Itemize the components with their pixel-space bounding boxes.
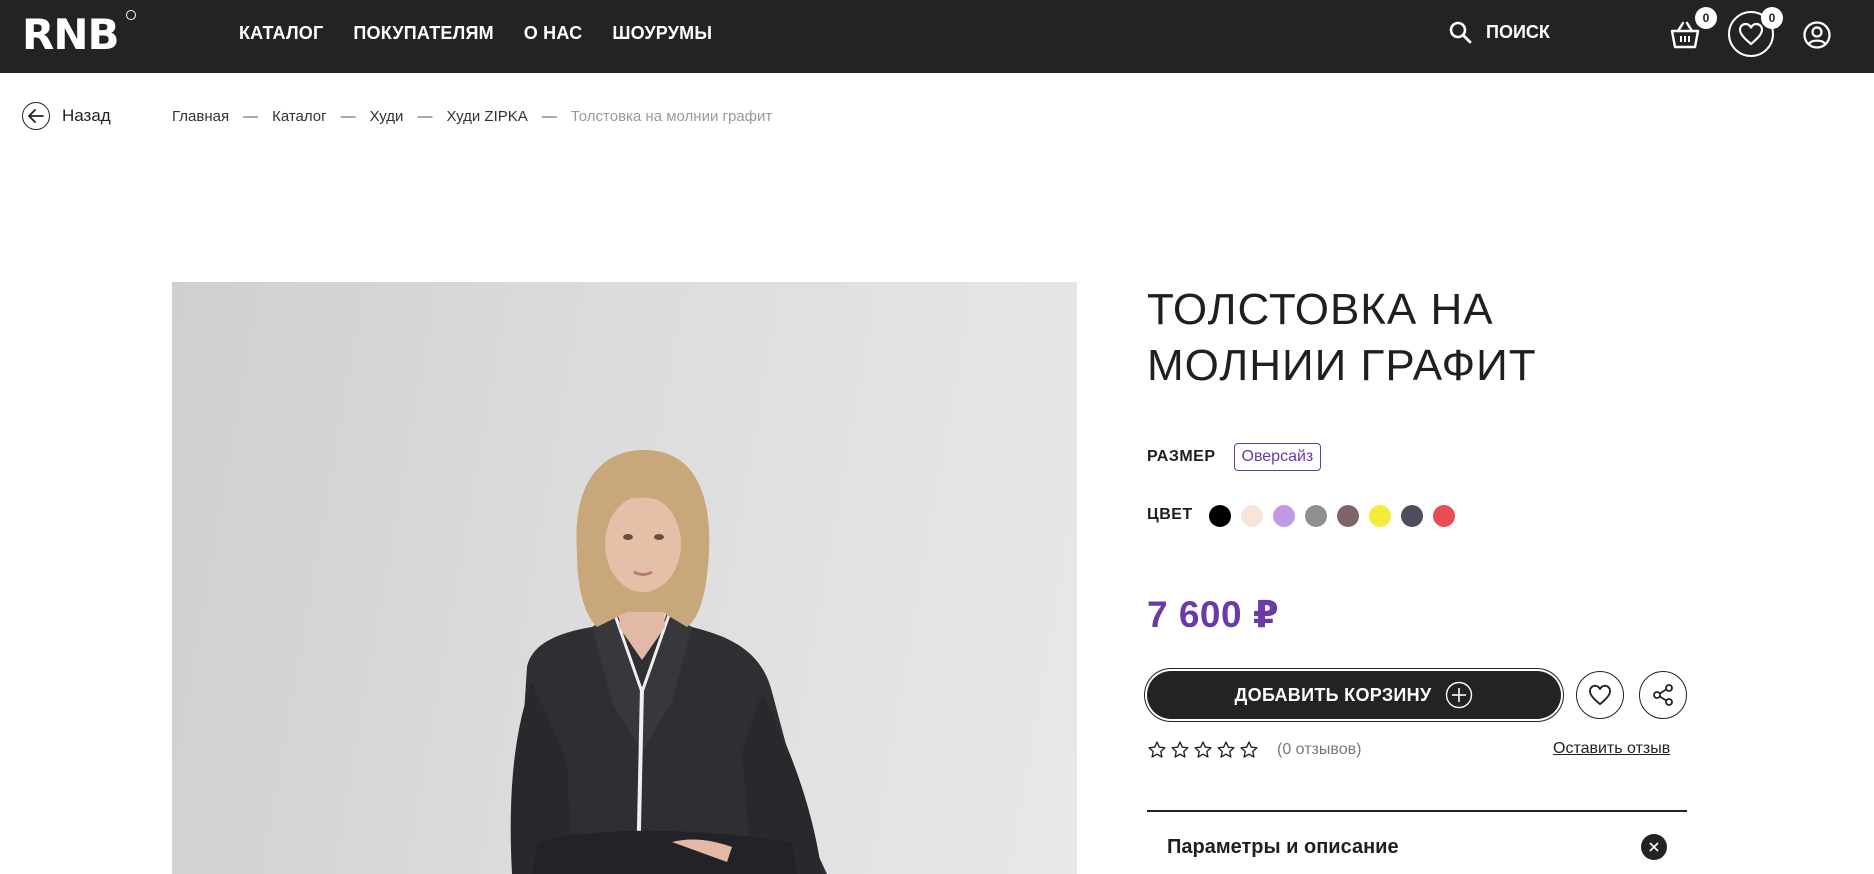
color-swatch[interactable] [1240, 505, 1263, 527]
cart-count-badge: 0 [1695, 7, 1717, 29]
nav-item-about[interactable]: О НАС [524, 22, 583, 44]
favorites-count-badge: 0 [1761, 7, 1783, 29]
star-icon[interactable] [1216, 740, 1236, 760]
breadcrumb-hoodies[interactable]: Худи [370, 108, 404, 125]
search-label: ПОИСК [1486, 21, 1550, 42]
rating-stars[interactable] [1147, 740, 1259, 760]
reviews-count: (0 отзывов) [1277, 741, 1362, 758]
params-accordion-header[interactable]: Параметры и описание [1167, 834, 1667, 860]
size-label: РАЗМЕР [1147, 448, 1216, 465]
breadcrumb-catalog[interactable]: Каталог [272, 108, 327, 125]
add-to-cart-button[interactable]: ДОБАВИТЬ КОРЗИНУ [1147, 671, 1561, 719]
model-photo [510, 450, 827, 874]
color-swatch[interactable] [1400, 505, 1423, 527]
arrow-left-icon [22, 102, 50, 130]
color-swatch[interactable] [1368, 505, 1391, 527]
nav-item-showrooms[interactable]: ШОУРУМЫ [612, 22, 712, 44]
star-icon[interactable] [1170, 740, 1190, 760]
user-icon[interactable] [1802, 20, 1832, 50]
breadcrumb: Главная — Каталог — Худи — Худи ZIPKA — … [172, 108, 772, 125]
heart-icon [1588, 684, 1611, 706]
search-button[interactable]: ПОИСК [1448, 20, 1550, 44]
breadcrumb-separator: — [417, 108, 433, 125]
search-icon [1449, 21, 1472, 44]
divider [1147, 810, 1687, 812]
size-row: РАЗМЕР Оверсайз [1147, 443, 1322, 471]
site-header: RNB КАТАЛОГ ПОКУПАТЕЛЯМ О НАС ШОУРУМЫ ПО… [0, 0, 1874, 73]
product-title: ТОЛСТОВКА НА МОЛНИИ ГРАФИТ [1147, 285, 1537, 390]
breadcrumb-separator: — [340, 108, 356, 125]
rating-row: (0 отзывов) [1147, 740, 1361, 760]
add-to-favorites-button[interactable] [1576, 671, 1624, 719]
star-icon[interactable] [1239, 740, 1259, 760]
registered-mark-icon [126, 10, 136, 20]
breadcrumb-hoodies-zipka[interactable]: Худи ZIPKA [446, 108, 527, 125]
logo[interactable]: RNB [22, 12, 120, 58]
color-row: ЦВЕТ [1147, 503, 1455, 527]
color-swatches [1208, 505, 1455, 527]
share-button[interactable] [1639, 671, 1687, 719]
breadcrumb-separator: — [243, 108, 259, 125]
close-icon[interactable] [1641, 834, 1667, 860]
star-icon[interactable] [1147, 740, 1167, 760]
leave-review-link[interactable]: Оставить отзыв [1553, 740, 1670, 758]
product-price: 7 600 ₽ [1147, 594, 1280, 635]
color-swatch[interactable] [1432, 505, 1455, 527]
color-swatch[interactable] [1304, 505, 1327, 527]
breadcrumb-separator: — [541, 108, 557, 125]
star-icon[interactable] [1193, 740, 1213, 760]
share-icon [1653, 684, 1673, 706]
color-swatch[interactable] [1272, 505, 1295, 527]
add-to-cart-label: ДОБАВИТЬ КОРЗИНУ [1234, 684, 1432, 705]
breadcrumb-current: Толстовка на молнии графит [570, 108, 773, 125]
heart-icon [1738, 22, 1764, 46]
plus-circle-icon [1446, 681, 1473, 709]
back-button[interactable]: Назад [22, 102, 111, 130]
size-option-oversize[interactable]: Оверсайз [1233, 443, 1322, 471]
nav-item-catalog[interactable]: КАТАЛОГ [239, 22, 323, 44]
nav-item-customers[interactable]: ПОКУПАТЕЛЯМ [353, 22, 493, 44]
params-label: Параметры и описание [1167, 835, 1399, 858]
color-swatch[interactable] [1208, 505, 1231, 527]
main-nav: КАТАЛОГ ПОКУПАТЕЛЯМ О НАС ШОУРУМЫ [239, 22, 712, 44]
color-label: ЦВЕТ [1147, 506, 1193, 523]
breadcrumb-home[interactable]: Главная [172, 108, 229, 125]
color-swatch[interactable] [1336, 505, 1359, 527]
back-label: Назад [62, 106, 111, 125]
product-image[interactable] [172, 282, 1077, 874]
